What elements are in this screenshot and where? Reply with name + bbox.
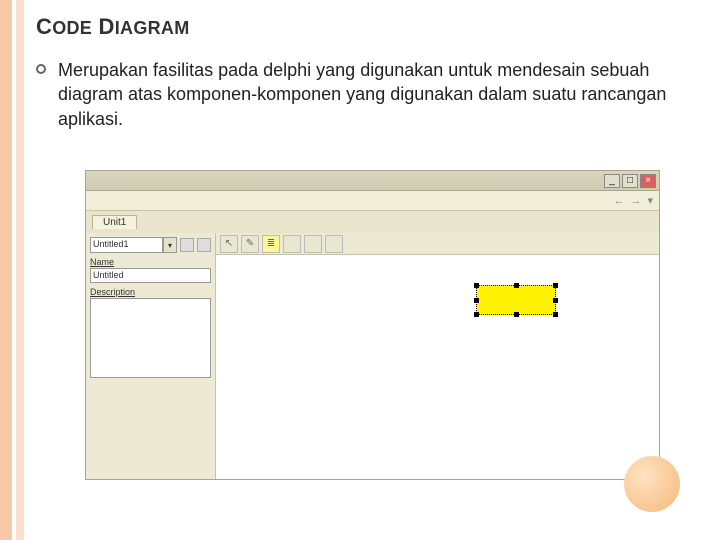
accent-strip-outer [0, 0, 12, 540]
name-label: Name [90, 257, 211, 267]
resize-handle[interactable] [553, 312, 558, 317]
select-tool-icon[interactable]: ↖ [220, 235, 238, 253]
delphi-window: _ □ × ← → ▾ Unit1 Untitled1 ▾ Name Untit… [85, 170, 660, 480]
nav-back-icon[interactable]: ← [613, 195, 624, 207]
description-label: Description [90, 287, 211, 297]
diagram-toolbar: ↖ ✎ ≣ [216, 233, 659, 255]
diagram-combo[interactable]: Untitled1 [90, 237, 163, 253]
maximize-button[interactable]: □ [622, 174, 638, 188]
name-field[interactable]: Untitled [90, 268, 211, 283]
slide-title: CODE DIAGRAM [36, 14, 700, 40]
note-tool-icon[interactable]: ✎ [241, 235, 259, 253]
bullet-icon [36, 64, 46, 74]
bullet-row: Merupakan fasilitas pada delphi yang dig… [36, 58, 700, 131]
description-field[interactable] [90, 298, 211, 378]
selected-diagram-object[interactable] [476, 285, 556, 315]
resize-handle[interactable] [553, 298, 558, 303]
dependency-tool-icon[interactable] [304, 235, 322, 253]
body-text: Merupakan fasilitas pada delphi yang dig… [58, 58, 678, 131]
slide-content: CODE DIAGRAM Merupakan fasilitas pada de… [36, 14, 700, 131]
title-cap-1: C [36, 14, 52, 39]
chevron-down-icon[interactable]: ▾ [163, 237, 177, 253]
minimize-button[interactable]: _ [604, 174, 620, 188]
diagram-canvas[interactable] [216, 255, 659, 479]
title-rest-2: IAGRAM [115, 18, 190, 38]
work-area: Untitled1 ▾ Name Untitled Description ↖ … [86, 233, 659, 479]
link-tool-icon[interactable] [325, 235, 343, 253]
resize-handle[interactable] [514, 283, 519, 288]
window-titlebar: _ □ × [86, 171, 659, 191]
new-diagram-icon[interactable] [180, 238, 194, 252]
resize-handle[interactable] [474, 312, 479, 317]
accent-strip-inner [16, 0, 24, 540]
resize-handle[interactable] [553, 283, 558, 288]
side-panel: Untitled1 ▾ Name Untitled Description [86, 233, 216, 479]
diagram-selector: Untitled1 ▾ [90, 237, 211, 253]
delete-diagram-icon[interactable] [197, 238, 211, 252]
title-cap-2: D [99, 14, 115, 39]
resize-handle[interactable] [514, 312, 519, 317]
decorative-circle [624, 456, 680, 512]
allude-tool-icon[interactable] [283, 235, 301, 253]
close-button[interactable]: × [640, 174, 656, 188]
canvas-wrap: ↖ ✎ ≣ [216, 233, 659, 479]
title-rest-1: ODE [52, 18, 92, 38]
nav-menu-icon[interactable]: ▾ [647, 194, 653, 207]
nav-forward-icon[interactable]: → [630, 195, 641, 207]
resize-handle[interactable] [474, 283, 479, 288]
nav-bar: ← → ▾ [86, 191, 659, 211]
resize-handle[interactable] [474, 298, 479, 303]
comment-tool-icon[interactable]: ≣ [262, 235, 280, 253]
unit-tab[interactable]: Unit1 [92, 215, 137, 229]
